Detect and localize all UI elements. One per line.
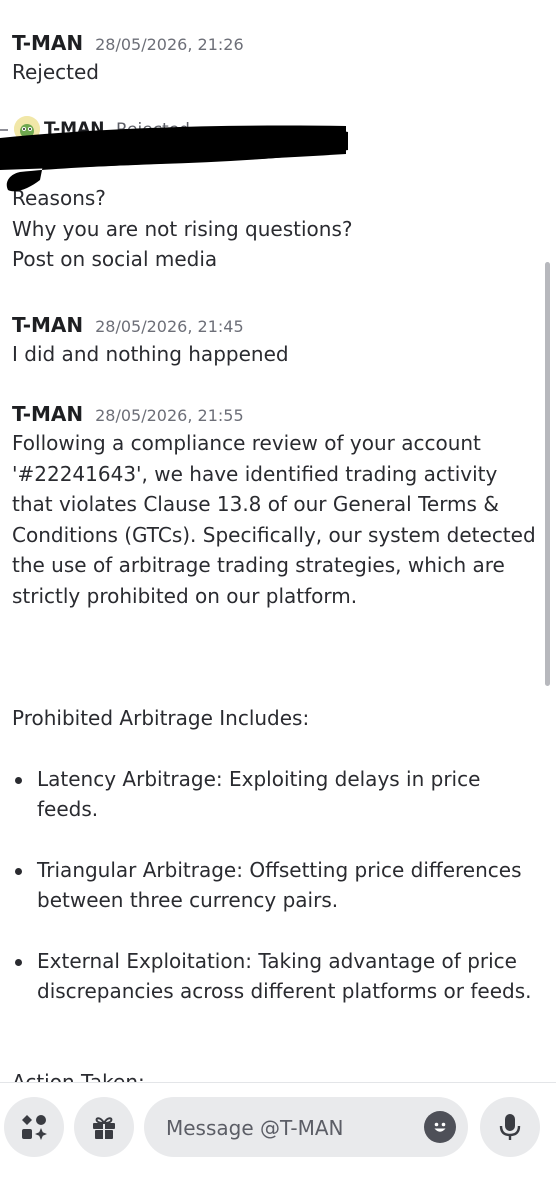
message[interactable]: T-MAN 28/05/2026, 21:45 I did and nothin…: [12, 313, 542, 370]
reply-text: Rejected: [116, 120, 190, 140]
reply-reference[interactable]: T-MAN Rejected: [0, 114, 360, 144]
message-composer: [0, 1082, 556, 1201]
message[interactable]: T-MAN 28/05/2026, 21:26 Rejected: [12, 31, 542, 88]
message-author[interactable]: T-MAN: [12, 31, 83, 55]
message-timestamp: 28/05/2026, 21:45: [95, 317, 244, 336]
list-item: Latency Arbitrage: Exploiting delays in …: [12, 764, 542, 825]
message-input-wrapper[interactable]: [144, 1097, 468, 1159]
microphone-icon: [499, 1114, 521, 1140]
list-heading: Prohibited Arbitrage Includes:: [12, 706, 310, 730]
emoji-button[interactable]: [424, 1111, 456, 1143]
message-header: T-MAN 28/05/2026, 21:55: [12, 402, 542, 426]
reply-avatar: [14, 116, 40, 142]
message-text: Rejected: [12, 60, 100, 84]
message[interactable]: Reasons? Why you are not rising question…: [12, 183, 542, 275]
message-timestamp: 28/05/2026, 21:55: [95, 406, 244, 425]
message-text: Post on social media: [12, 247, 218, 271]
message-text: Reasons?: [12, 186, 106, 210]
message-header: T-MAN 28/05/2026, 21:45: [12, 313, 542, 337]
message[interactable]: T-MAN 28/05/2026, 21:55 Following a comp…: [12, 402, 542, 1007]
emoji-icon: [434, 1122, 446, 1132]
reply-spine: [0, 129, 8, 131]
gift-button[interactable]: [74, 1097, 134, 1157]
cut-off-heading: Action Taken:: [12, 1070, 145, 1082]
message-timestamp: 28/05/2026, 21:26: [95, 35, 244, 54]
message-list[interactable]: T-MAN 28/05/2026, 21:26 Rejected T-MAN R…: [0, 0, 556, 1082]
gift-icon: [93, 1117, 115, 1139]
bullet-list: Latency Arbitrage: Exploiting delays in …: [12, 764, 542, 1007]
reply-author[interactable]: T-MAN: [44, 119, 104, 139]
message-author[interactable]: T-MAN: [12, 313, 83, 337]
message-header: T-MAN 28/05/2026, 21:26: [12, 31, 542, 55]
list-item: Triangular Arbitrage: Offsetting price d…: [12, 855, 542, 916]
scrollbar-thumb[interactable]: [545, 262, 550, 686]
microphone-button[interactable]: [480, 1097, 540, 1157]
list-item: External Exploitation: Taking advantage …: [12, 946, 542, 1007]
message-text: I did and nothing happened: [12, 342, 289, 366]
message-input[interactable]: [164, 1097, 418, 1159]
apps-button[interactable]: [4, 1097, 64, 1157]
message-text: Why you are not rising questions?: [12, 216, 353, 241]
message-body: Following a compliance review of your ac…: [12, 431, 536, 608]
apps-icon: [22, 1115, 47, 1140]
message-author[interactable]: T-MAN: [12, 402, 83, 426]
